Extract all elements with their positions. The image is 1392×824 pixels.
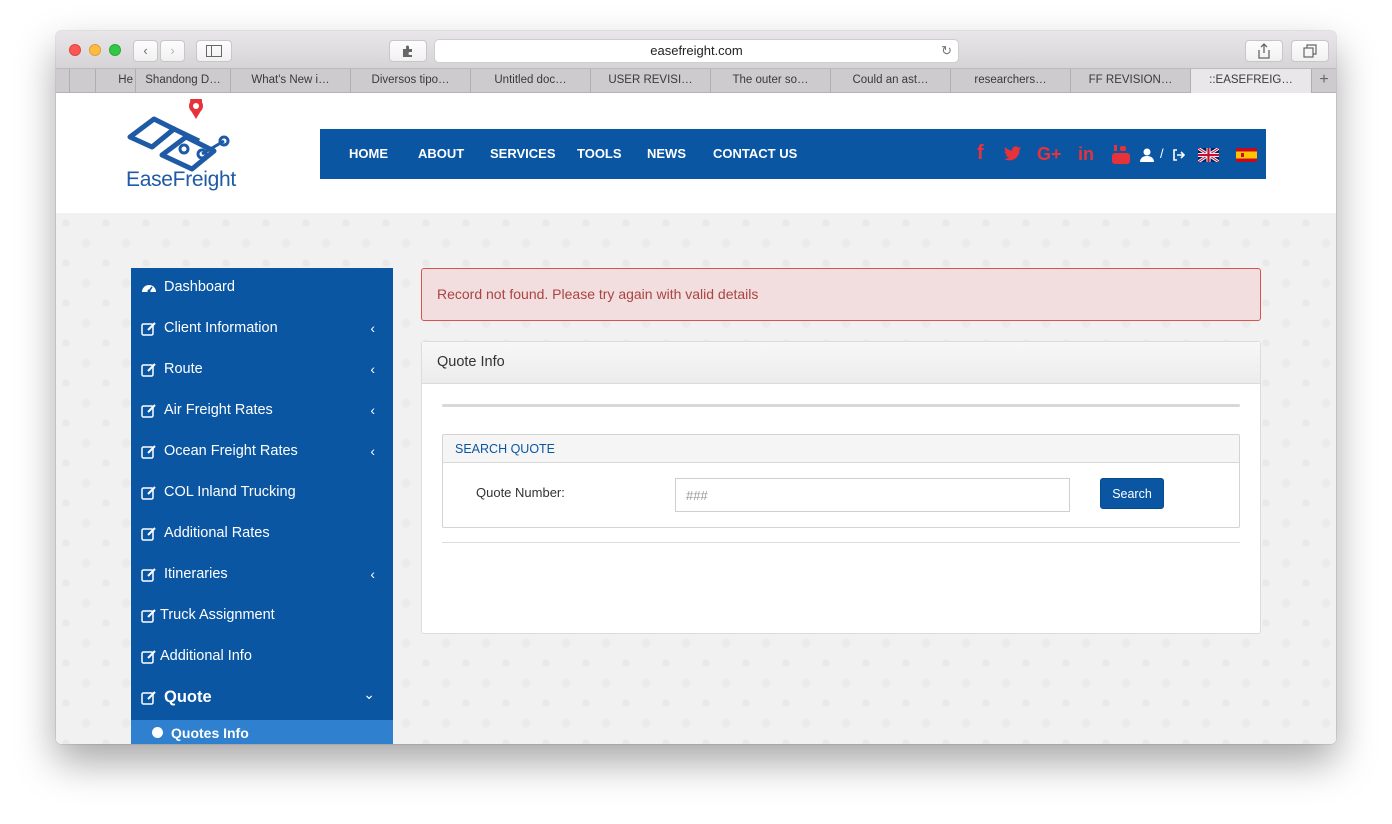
tab[interactable]: What's New i… (231, 69, 351, 93)
close-window-button[interactable] (69, 44, 81, 56)
edit-icon (141, 363, 156, 377)
edit-icon (141, 650, 156, 664)
sidebar-subitem-quotes-info[interactable]: Quotes Info (131, 720, 393, 744)
error-alert: Record not found. Please try again with … (421, 268, 1261, 321)
sidebar-item-air-freight-rates[interactable]: Air Freight Rates ‹ (131, 391, 393, 432)
quote-number-label: Quote Number: (476, 485, 565, 500)
sidebar-item-client-information[interactable]: Client Information ‹ (131, 309, 393, 350)
minimize-window-button[interactable] (89, 44, 101, 56)
tab-bar: He Shandong D… What's New i… Diversos ti… (56, 69, 1336, 93)
forward-button[interactable]: › (160, 40, 185, 62)
browser-toolbar: ‹ › easefreight.com ↻ (56, 31, 1336, 69)
chevron-left-icon: ‹ (143, 43, 148, 58)
nav-home[interactable]: HOME (349, 146, 388, 161)
search-quote-header: SEARCH QUOTE (443, 435, 1239, 463)
share-button[interactable] (1245, 40, 1283, 62)
tab[interactable]: He (96, 69, 136, 93)
nav-tools[interactable]: TOOLS (577, 146, 622, 161)
tabs-overview-button[interactable] (1291, 40, 1329, 62)
sidebar-icon (206, 45, 222, 57)
nav-contact-us[interactable]: CONTACT US (713, 146, 797, 161)
reload-icon[interactable]: ↻ (941, 40, 952, 62)
tab[interactable]: Diversos tipo… (351, 69, 471, 93)
sidebar-item-quote[interactable]: Quote ⌄ (131, 678, 393, 719)
google-plus-icon[interactable]: G+ (1037, 144, 1062, 165)
tab[interactable]: The outer so… (711, 69, 831, 93)
dashboard-icon (142, 285, 156, 293)
zoom-window-button[interactable] (109, 44, 121, 56)
extension-button[interactable] (389, 40, 427, 62)
edit-icon (141, 322, 156, 336)
back-button[interactable]: ‹ (133, 40, 158, 62)
edit-icon (141, 568, 156, 582)
divider (442, 542, 1240, 543)
sidebar: Dashboard Client Information ‹ Route ‹ A… (131, 268, 393, 744)
tabs-icon (1303, 44, 1317, 58)
search-button[interactable]: Search (1100, 478, 1164, 509)
chevron-left-icon: ‹ (370, 443, 375, 459)
linkedin-icon[interactable]: in (1078, 144, 1094, 165)
nav-news[interactable]: NEWS (647, 146, 686, 161)
panel-title: Quote Info (437, 354, 505, 370)
tab-pinned[interactable] (56, 69, 70, 93)
user-separator: / (1160, 146, 1164, 161)
chevron-left-icon: ‹ (370, 320, 375, 336)
search-quote-title: SEARCH QUOTE (455, 442, 556, 456)
url-text: easefreight.com (650, 43, 743, 58)
nav-services[interactable]: SERVICES (490, 146, 556, 161)
chevron-right-icon: › (170, 43, 175, 58)
sidebar-item-ocean-freight-rates[interactable]: Ocean Freight Rates ‹ (131, 432, 393, 473)
facebook-icon[interactable]: f (977, 142, 984, 165)
edit-icon (141, 486, 156, 500)
edit-icon (141, 609, 156, 623)
sidebar-item-col-inland-trucking[interactable]: COL Inland Trucking (131, 473, 393, 514)
main-nav: HOME ABOUT SERVICES TOOLS NEWS CONTACT U… (320, 129, 1266, 179)
panel-header: Quote Info (422, 342, 1260, 384)
site-header: EaseFreight HOME ABOUT SERVICES TOOLS NE… (56, 93, 1336, 213)
tab-active[interactable]: ::EASEFREIG… (1191, 69, 1312, 93)
sidebar-item-truck-assignment[interactable]: Truck Assignment (131, 596, 393, 637)
tab-pinned[interactable] (70, 69, 96, 93)
logo-text: EaseFreight (126, 168, 236, 191)
share-icon (1258, 43, 1270, 59)
puzzle-icon (403, 45, 412, 57)
twitter-icon[interactable] (1004, 146, 1022, 162)
edit-icon (141, 691, 156, 705)
edit-icon (141, 404, 156, 418)
edit-icon (141, 445, 156, 459)
sidebar-item-additional-info[interactable]: Additional Info (131, 637, 393, 678)
tab[interactable]: Shandong D… (136, 69, 231, 93)
chevron-left-icon: ‹ (370, 402, 375, 418)
sidebar-item-itineraries[interactable]: Itineraries ‹ (131, 555, 393, 596)
browser-window: ‹ › easefreight.com ↻ He Shandong D… Wha… (56, 31, 1336, 744)
nav-about[interactable]: ABOUT (418, 146, 464, 161)
tab[interactable]: FF REVISION… (1071, 69, 1191, 93)
chevron-down-icon: ⌄ (363, 686, 375, 702)
spain-flag-icon[interactable] (1236, 148, 1257, 162)
quote-number-input[interactable] (675, 478, 1070, 512)
tab[interactable]: Could an ast… (831, 69, 951, 93)
address-bar[interactable]: easefreight.com ↻ (434, 39, 959, 63)
edit-icon (141, 527, 156, 541)
web-page: EaseFreight HOME ABOUT SERVICES TOOLS NE… (56, 93, 1336, 744)
sidebar-toggle-button[interactable] (196, 40, 232, 62)
chevron-left-icon: ‹ (370, 361, 375, 377)
sidebar-item-dashboard[interactable]: Dashboard (131, 268, 393, 309)
circle-icon (152, 727, 163, 738)
user-icon[interactable] (1140, 148, 1154, 162)
uk-flag-icon[interactable] (1198, 148, 1219, 162)
sidebar-item-additional-rates[interactable]: Additional Rates (131, 514, 393, 555)
youtube-icon[interactable] (1112, 145, 1130, 164)
tab[interactable]: Untitled doc… (471, 69, 591, 93)
tab[interactable]: researchers… (951, 69, 1071, 93)
quote-info-panel: Quote Info SEARCH QUOTE Quote Number: Se… (421, 341, 1261, 634)
logout-icon[interactable] (1172, 148, 1186, 162)
chevron-left-icon: ‹ (370, 566, 375, 582)
new-tab-button[interactable]: + (1312, 69, 1336, 93)
alert-message: Record not found. Please try again with … (437, 286, 759, 302)
search-quote-box: SEARCH QUOTE Quote Number: Search (442, 434, 1240, 528)
sidebar-item-route[interactable]: Route ‹ (131, 350, 393, 391)
tab[interactable]: USER REVISI… (591, 69, 711, 93)
divider-bar (442, 404, 1240, 407)
